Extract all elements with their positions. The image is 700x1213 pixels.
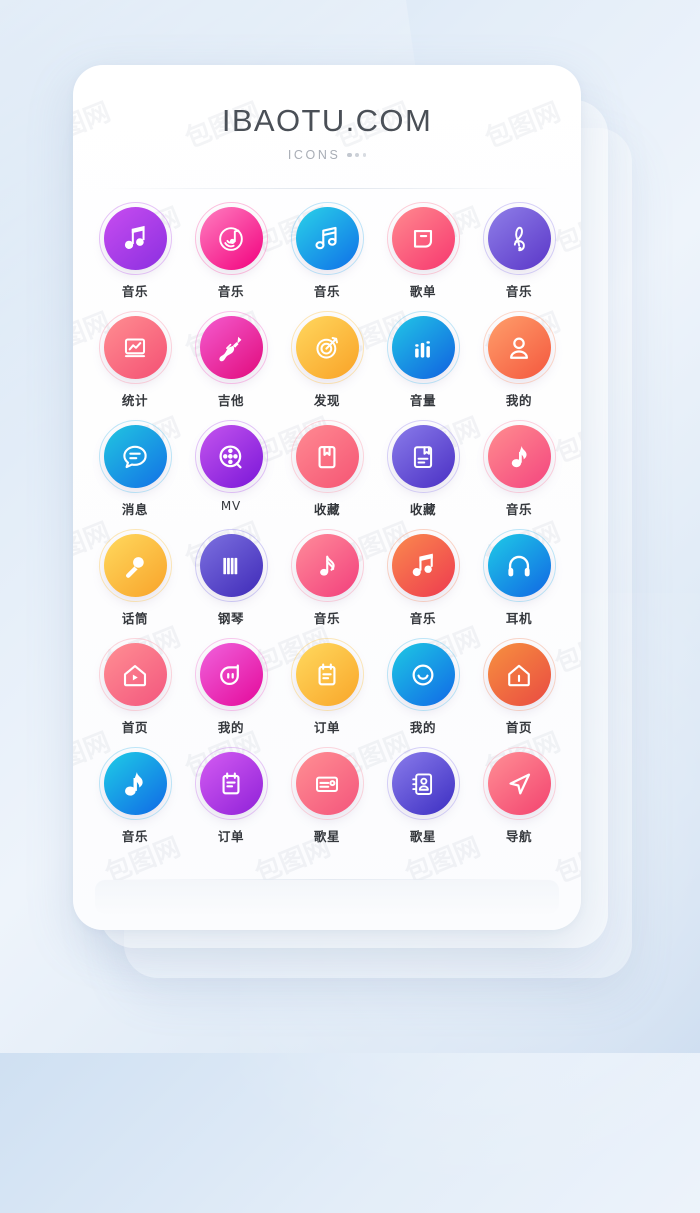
beamed-note-icon[interactable] xyxy=(98,202,172,275)
icon-label: 我的 xyxy=(505,393,533,408)
icon-item-smiley-face[interactable]: 我的 xyxy=(183,638,279,736)
icon-label: 订单 xyxy=(313,720,341,735)
icon-item-clipboard-lines[interactable]: 订单 xyxy=(183,747,279,845)
icon-label: 耳机 xyxy=(505,611,533,626)
page-title: IBAOTU.COM xyxy=(221,103,433,138)
icon-label: 首页 xyxy=(505,720,533,735)
icon-item-id-card[interactable]: 歌星 xyxy=(279,747,375,845)
icon-label: 我的 xyxy=(409,720,437,735)
single-note-icon[interactable] xyxy=(482,420,556,493)
icon-item-piano-keys[interactable]: 钢琴 xyxy=(183,529,279,627)
icon-label: 音乐 xyxy=(505,502,533,517)
icon-label: 音乐 xyxy=(505,284,533,299)
icon-item-navigation-arrow[interactable]: 导航 xyxy=(471,747,567,845)
icon-label: 音乐 xyxy=(217,284,245,299)
icon-item-beamed-note[interactable]: 音乐 xyxy=(87,202,183,300)
icon-label: 歌单 xyxy=(409,284,437,299)
icon-item-guitar[interactable]: 吉他 xyxy=(183,311,279,409)
home-play-icon[interactable] xyxy=(98,638,172,711)
icon-item-bookmark-page[interactable]: 收藏 xyxy=(279,420,375,518)
icon-item-microphone[interactable]: 话筒 xyxy=(87,529,183,627)
icon-set-card: 包图网 包图网 包图网 包图网 包图网 包图网 包图网 包图网 包图网 包图网 包图网 包图网 包图网包… xyxy=(73,65,581,930)
guitar-icon[interactable] xyxy=(194,311,268,384)
icon-item-eighth-note[interactable]: 音乐 xyxy=(279,529,375,627)
chat-bubble-icon[interactable] xyxy=(98,420,172,493)
contact-book-icon[interactable] xyxy=(386,747,460,820)
smile-circle-icon[interactable] xyxy=(386,638,460,711)
icon-item-book-mark[interactable]: 收藏 xyxy=(375,420,471,518)
icon-label: 钢琴 xyxy=(217,611,245,626)
icon-item-chat-bubble[interactable]: 消息 xyxy=(87,420,183,518)
icon-item-contact-book[interactable]: 歌星 xyxy=(375,747,471,845)
icon-item-bar-levels[interactable]: 音量 xyxy=(375,311,471,409)
icon-label: MV xyxy=(220,499,242,513)
home-icon[interactable] xyxy=(482,638,556,711)
smiley-face-icon[interactable] xyxy=(194,638,268,711)
book-mark-icon[interactable] xyxy=(386,420,460,493)
icon-item-home[interactable]: 首页 xyxy=(471,638,567,736)
icon-label: 音乐 xyxy=(313,611,341,626)
beamed-note-outline-icon[interactable] xyxy=(290,202,364,275)
icon-label: 导航 xyxy=(505,829,533,844)
chart-board-icon[interactable] xyxy=(98,311,172,384)
clipboard-lines-icon[interactable] xyxy=(194,747,268,820)
icon-item-film-reel[interactable]: MV xyxy=(183,420,279,518)
icon-label: 我的 xyxy=(217,720,245,735)
page-subtitle: ICONS xyxy=(287,148,341,162)
icon-item-playlist-card[interactable]: 歌单 xyxy=(375,202,471,300)
icon-item-note-solid[interactable]: 音乐 xyxy=(87,747,183,845)
dots-decoration xyxy=(347,152,367,158)
icon-label: 歌星 xyxy=(409,829,437,844)
icon-label: 音乐 xyxy=(121,829,149,844)
icon-item-beamed-note-outline[interactable]: 音乐 xyxy=(279,202,375,300)
note-solid-icon[interactable] xyxy=(98,747,172,820)
subtitle-row: ICONS xyxy=(73,148,581,162)
icon-grid: 音乐 音乐 音乐 歌单 音乐 统计 吉他 发现 音量 我的 消息 MV 收藏 收藏 音乐 话筒 钢琴 音乐 音乐 耳机… xyxy=(73,202,581,845)
bookmark-page-icon[interactable] xyxy=(290,420,364,493)
id-card-icon[interactable] xyxy=(290,747,364,820)
icon-label: 首页 xyxy=(121,720,149,735)
icon-label: 订单 xyxy=(217,829,245,844)
icon-item-headphones[interactable]: 耳机 xyxy=(471,529,567,627)
icon-label: 收藏 xyxy=(313,502,341,517)
icon-label: 音乐 xyxy=(409,611,437,626)
icon-label: 歌星 xyxy=(313,829,341,844)
icon-item-beamed-note-solid[interactable]: 音乐 xyxy=(375,529,471,627)
icon-label: 吉他 xyxy=(217,393,245,408)
icon-item-user[interactable]: 我的 xyxy=(471,311,567,409)
icon-label: 音乐 xyxy=(313,284,341,299)
icon-item-compass[interactable]: 发现 xyxy=(279,311,375,409)
vinyl-note-icon[interactable] xyxy=(194,202,268,275)
icon-label: 收藏 xyxy=(409,502,437,517)
icon-label: 消息 xyxy=(121,502,149,517)
bar-levels-icon[interactable] xyxy=(386,311,460,384)
playlist-card-icon[interactable] xyxy=(386,202,460,275)
icon-item-clipboard[interactable]: 订单 xyxy=(279,638,375,736)
clipboard-icon[interactable] xyxy=(290,638,364,711)
icon-label: 音量 xyxy=(409,393,437,408)
icon-item-vinyl-note[interactable]: 音乐 xyxy=(183,202,279,300)
user-icon[interactable] xyxy=(482,311,556,384)
headphones-icon[interactable] xyxy=(482,529,556,602)
icon-item-smile-circle[interactable]: 我的 xyxy=(375,638,471,736)
icon-item-single-note[interactable]: 音乐 xyxy=(471,420,567,518)
film-reel-icon[interactable] xyxy=(194,420,268,493)
icon-label: 统计 xyxy=(121,393,149,408)
piano-keys-icon[interactable] xyxy=(194,529,268,602)
navigation-arrow-icon[interactable] xyxy=(482,747,556,820)
icon-label: 音乐 xyxy=(121,284,149,299)
icon-item-chart-board[interactable]: 统计 xyxy=(87,311,183,409)
treble-clef-icon[interactable] xyxy=(482,202,556,275)
icon-label: 发现 xyxy=(313,393,341,408)
header-divider xyxy=(97,188,557,189)
microphone-icon[interactable] xyxy=(98,529,172,602)
beamed-note-solid-icon[interactable] xyxy=(386,529,460,602)
icon-item-home-play[interactable]: 首页 xyxy=(87,638,183,736)
compass-icon[interactable] xyxy=(290,311,364,384)
card-header: IBAOTU.COM ICONS xyxy=(73,65,581,162)
eighth-note-icon[interactable] xyxy=(290,529,364,602)
icon-item-treble-clef[interactable]: 音乐 xyxy=(471,202,567,300)
icon-label: 话筒 xyxy=(121,611,149,626)
footer-strip xyxy=(95,880,559,914)
